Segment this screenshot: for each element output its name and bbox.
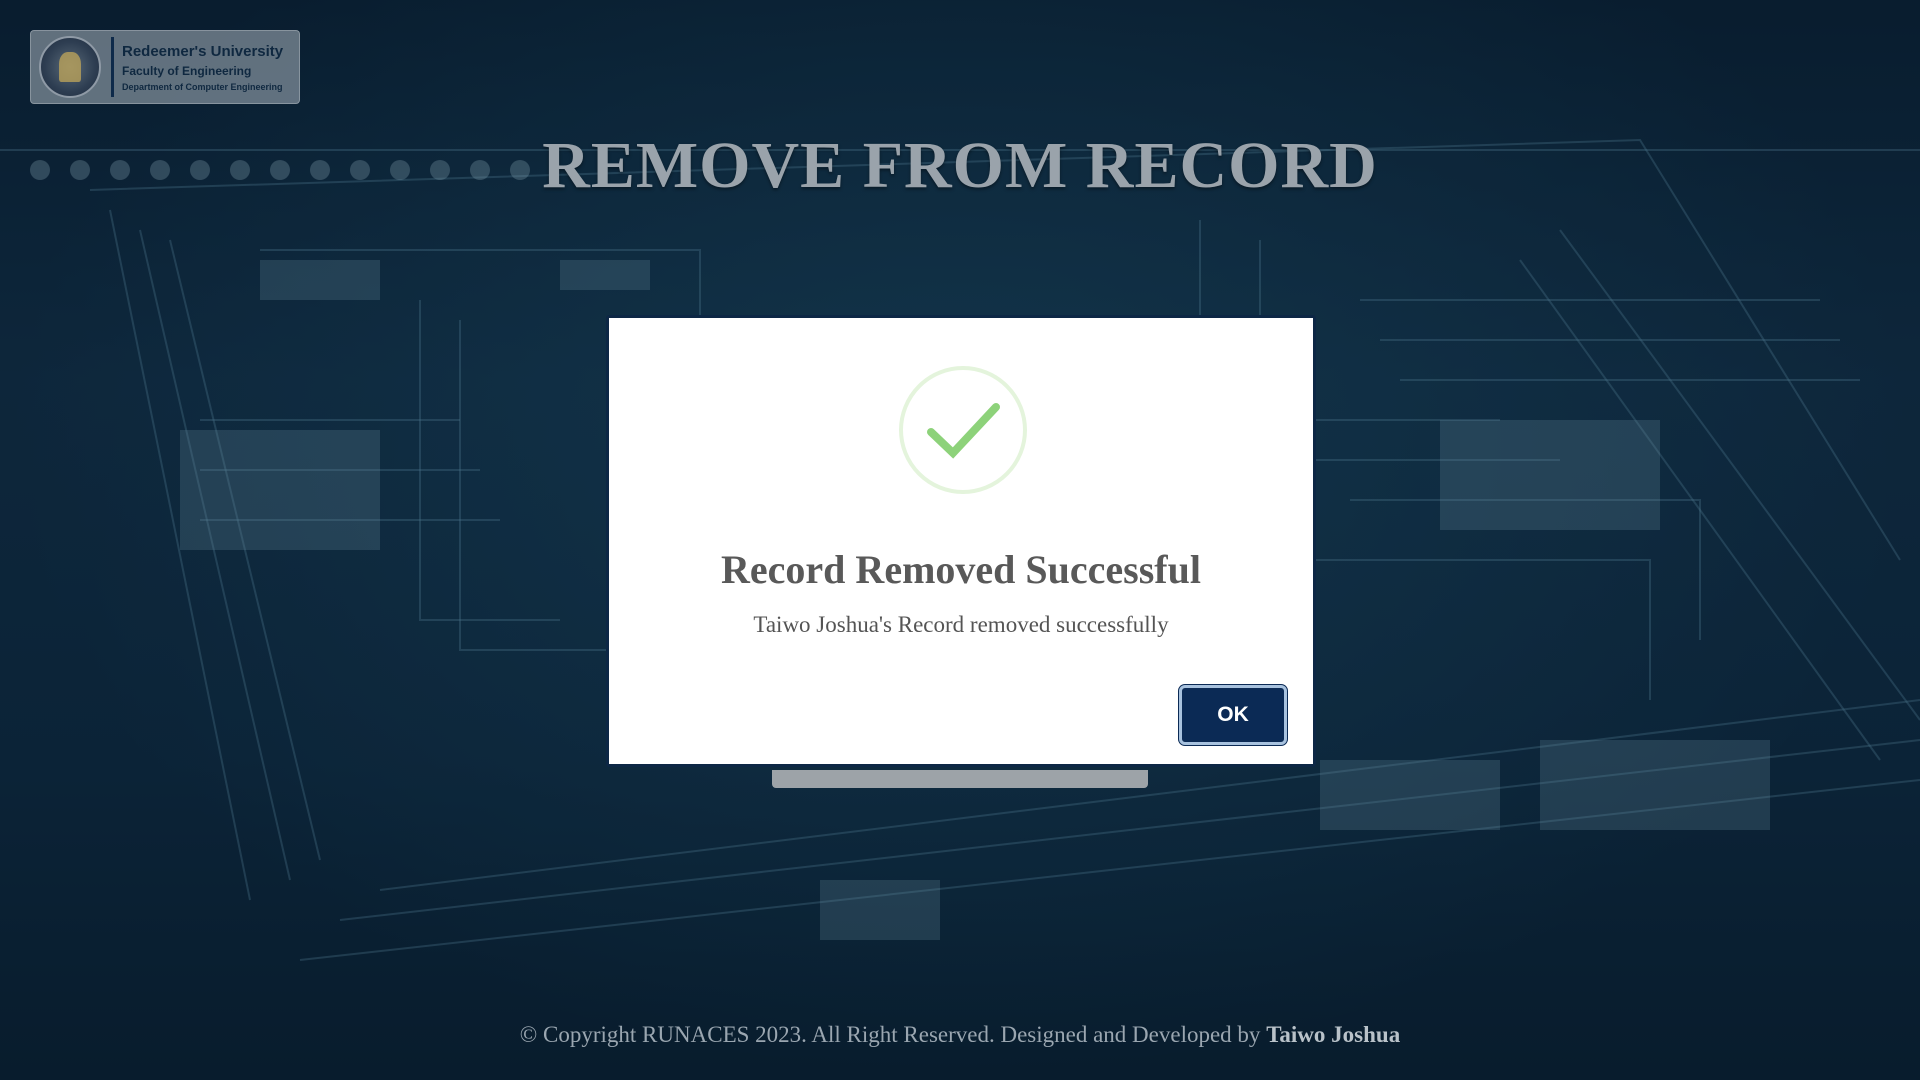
logo-faculty: Faculty of Engineering [122,63,252,78]
ok-button[interactable]: OK [1179,685,1287,745]
logo-university: Redeemer's University [122,42,284,60]
university-logo: Redeemer's University Faculty of Enginee… [30,30,300,104]
dialog-timer-bar [772,770,1148,788]
logo-text: Redeemer's University Faculty of Enginee… [122,43,283,92]
footer-text: © Copyright RUNACES 2023. All Right Rese… [519,1022,1267,1047]
success-dialog: Record Removed Successful Taiwo Joshua's… [606,315,1316,767]
logo-divider [111,37,114,97]
logo-department: Department of Computer Engineering [122,81,283,92]
footer-copyright: © Copyright RUNACES 2023. All Right Rese… [0,1022,1920,1048]
dialog-message: Taiwo Joshua's Record removed successful… [753,612,1169,637]
check-icon [898,365,1028,495]
page-title: REMOVE FROM RECORD [542,129,1378,202]
crest-icon [39,36,101,98]
footer-author[interactable]: Taiwo Joshua [1266,1022,1400,1047]
dialog-title: Record Removed Successful [721,547,1201,592]
